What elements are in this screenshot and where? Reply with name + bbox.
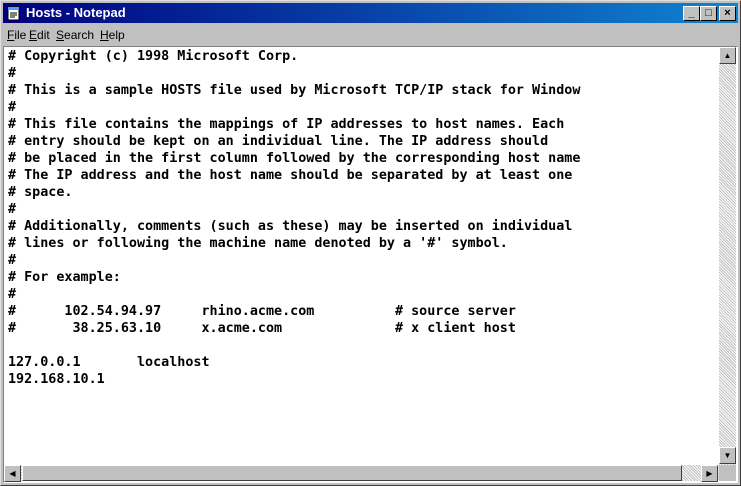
- scroll-left-button[interactable]: ◀: [4, 465, 21, 482]
- menu-bar: File Edit Search Help: [3, 25, 738, 45]
- text-line: #: [8, 202, 17, 217]
- text-line: 127.0.0.1 localhost: [8, 355, 210, 370]
- text-line: # For example:: [8, 270, 121, 285]
- menu-help[interactable]: Help: [100, 28, 125, 42]
- text-editor[interactable]: # Copyright (c) 1998 Microsoft Corp. # #…: [3, 46, 738, 483]
- text-line: #: [8, 253, 17, 268]
- vertical-scrollbar[interactable]: ▲ ▼: [719, 47, 736, 465]
- menu-file[interactable]: File: [7, 28, 26, 42]
- window-title: Hosts - Notepad: [26, 5, 126, 20]
- title-bar[interactable]: Hosts - Notepad _ □ ×: [3, 3, 738, 23]
- notepad-window: Hosts - Notepad _ □ × File Edit Search H…: [0, 0, 741, 486]
- text-line: # be placed in the first column followed…: [8, 151, 581, 166]
- text-line: # This file contains the mappings of IP …: [8, 117, 565, 132]
- minimize-button[interactable]: _: [683, 6, 700, 21]
- text-line: # This is a sample HOSTS file used by Mi…: [8, 83, 581, 98]
- scroll-down-button[interactable]: ▼: [719, 447, 736, 464]
- menu-search[interactable]: Search: [56, 28, 94, 42]
- text-line: #: [8, 100, 17, 115]
- triangle-up-icon: ▲: [723, 51, 732, 60]
- horizontal-scroll-thumb[interactable]: [22, 465, 682, 481]
- text-line: # 102.54.94.97 rhino.acme.com # source s…: [8, 304, 516, 319]
- text-line: # lines or following the machine name de…: [8, 236, 508, 251]
- maximize-button[interactable]: □: [700, 6, 717, 21]
- triangle-left-icon: ◀: [9, 469, 16, 478]
- close-button[interactable]: ×: [719, 6, 736, 21]
- menu-help-label: elp: [108, 28, 125, 42]
- scrollbar-corner: [719, 465, 736, 481]
- text-line: # 38.25.63.10 x.acme.com # x client host: [8, 321, 516, 336]
- text-line: # Additionally, comments (such as these)…: [8, 219, 573, 234]
- scroll-up-button[interactable]: ▲: [719, 47, 736, 64]
- text-line: #: [8, 66, 17, 81]
- menu-file-label: ile: [14, 28, 27, 42]
- menu-search-accelerator: S: [56, 28, 65, 42]
- text-line: # Copyright (c) 1998 Microsoft Corp.: [8, 49, 299, 64]
- text-line: # The IP address and the host name shoul…: [8, 168, 573, 183]
- menu-edit-label: dit: [37, 28, 50, 42]
- triangle-down-icon: ▼: [723, 451, 732, 460]
- menu-edit[interactable]: Edit: [29, 28, 50, 42]
- text-line: 192.168.10.1: [8, 372, 105, 387]
- text-line: # entry should be kept on an individual …: [8, 134, 549, 149]
- triangle-right-icon: ▶: [706, 469, 713, 478]
- text-area[interactable]: # Copyright (c) 1998 Microsoft Corp. # #…: [4, 47, 717, 462]
- text-line: #: [8, 287, 17, 302]
- notepad-icon[interactable]: [6, 5, 22, 21]
- horizontal-scrollbar[interactable]: ◀ ▶: [4, 465, 719, 482]
- text-line: # space.: [8, 185, 73, 200]
- scroll-right-button[interactable]: ▶: [701, 465, 718, 482]
- menu-search-label: earch: [64, 28, 95, 42]
- menu-edit-accelerator: E: [29, 28, 38, 42]
- menu-help-accelerator: H: [100, 28, 109, 42]
